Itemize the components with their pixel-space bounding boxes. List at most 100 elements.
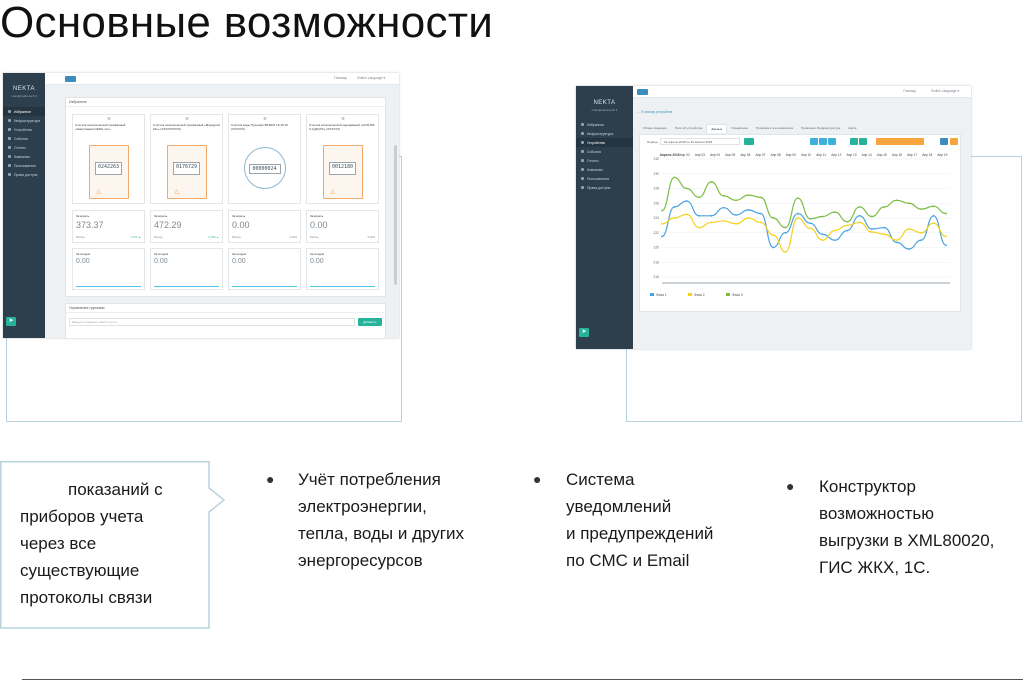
- menu-icon: [581, 150, 584, 153]
- data-point: [846, 220, 849, 223]
- sidebar-item[interactable]: Избранное: [576, 120, 633, 129]
- data-point: [661, 235, 663, 238]
- data-point: [945, 244, 947, 247]
- device-card[interactable]: Счетчик воды Пульсар ПМ-ВКО 16-15 4Х (ХХ…: [228, 114, 301, 204]
- x-tick-label: Апр 04: [710, 153, 720, 157]
- send-icon[interactable]: ➤: [6, 317, 16, 326]
- new-group-input[interactable]: Введите название новой группы: [69, 318, 355, 326]
- device-card[interactable]: Счетчик электрической однофазный «СОЭ-5И…: [306, 114, 379, 204]
- menu-toggle-button[interactable]: [637, 89, 648, 95]
- x-tick-label: Апр 11: [816, 153, 826, 157]
- sidebar-item[interactable]: События: [3, 134, 45, 143]
- sidebar-item[interactable]: Избранное: [3, 107, 45, 116]
- data-point: [920, 239, 923, 242]
- period-input[interactable]: 01 апреля 2018 по 19 апреля 2018: [660, 138, 740, 145]
- sidebar-item-label: Отчеты: [14, 145, 26, 150]
- apply-period-button[interactable]: [744, 138, 754, 145]
- fullscreen-button[interactable]: [940, 138, 948, 145]
- topbar-language-select[interactable]: Switch Language ▾: [931, 89, 959, 93]
- device-tab[interactable]: Привязка к пользователям: [752, 124, 797, 133]
- device-tab[interactable]: Данные: [706, 124, 728, 133]
- sidebar-item-label: Отчеты: [587, 158, 599, 163]
- sidebar-item[interactable]: Инфраструктура: [576, 129, 633, 138]
- device-tab[interactable]: Поля об устройстве: [671, 124, 707, 133]
- data-point: [685, 213, 688, 216]
- view-toggle-1[interactable]: [810, 138, 818, 145]
- sidebar-item[interactable]: Инфраструктура: [3, 116, 45, 125]
- topbar-help-link[interactable]: Помощь: [334, 76, 347, 80]
- menu-icon: [581, 168, 584, 171]
- bullet-icon: ●: [786, 478, 795, 494]
- stat-card: За апрель 373.37 Расход 7.17% ▲: [72, 210, 145, 243]
- sidebar-item-label: Инфраструктура: [14, 118, 41, 123]
- x-tick-label: Апр 12: [831, 153, 841, 157]
- back-link[interactable]: ← К списку устройств: [637, 110, 672, 114]
- device-tab[interactable]: Общие сведения: [639, 124, 671, 133]
- menu-icon: [581, 177, 584, 180]
- device-tab[interactable]: Управление: [727, 124, 752, 133]
- device-tab[interactable]: Карта: [844, 124, 860, 133]
- stat-value: 0.00: [154, 258, 168, 265]
- stat-value: 0.00: [76, 258, 90, 265]
- favorite-star-icon[interactable]: [185, 117, 188, 120]
- menu-icon: [8, 146, 11, 149]
- bullet-text: Система уведомлений и предупреждений по СМС…: [566, 466, 713, 574]
- export-button[interactable]: [859, 138, 867, 145]
- view-toggle-3[interactable]: [828, 138, 836, 145]
- data-point: [883, 226, 886, 229]
- menu-toggle-button[interactable]: [65, 76, 76, 82]
- x-tick-label: Апр 19: [937, 153, 947, 157]
- favorite-star-icon[interactable]: [107, 117, 110, 120]
- sidebar-item[interactable]: Устройства: [3, 125, 45, 134]
- data-point: [895, 199, 898, 202]
- sidebar-item[interactable]: Права доступа: [3, 170, 45, 179]
- data-point: [673, 176, 676, 179]
- right-topbar: Помощь Switch Language ▾: [633, 86, 971, 98]
- favorite-star-icon[interactable]: [341, 117, 344, 120]
- data-type-select[interactable]: [876, 138, 924, 145]
- data-point: [858, 221, 861, 224]
- device-card[interactable]: Счетчик электрической трехфазный «Меркур…: [150, 114, 223, 204]
- topbar-help-link[interactable]: Помощь: [903, 89, 916, 93]
- sidebar-user[interactable]: main@nekta.tech ▾: [3, 94, 45, 98]
- data-point: [932, 222, 935, 225]
- sidebar-item[interactable]: Пользователи: [576, 174, 633, 183]
- groups-panel-title: Управление группами: [66, 304, 385, 313]
- data-point: [821, 239, 824, 242]
- export-excel-button[interactable]: [850, 138, 858, 145]
- topbar-language-select[interactable]: Switch Language ▾: [357, 76, 385, 80]
- sidebar-item[interactable]: Права доступа: [576, 183, 633, 192]
- sidebar-user[interactable]: main@nekta.tech ▾: [576, 108, 633, 112]
- legend-swatch: [650, 293, 654, 296]
- meter-reading: 00000024: [248, 164, 281, 175]
- stat-trend-line: [154, 286, 219, 287]
- data-point: [833, 211, 836, 213]
- menu-icon: [8, 119, 11, 122]
- left-scrollbar[interactable]: [394, 145, 397, 285]
- sidebar-item[interactable]: Устройства: [576, 138, 633, 147]
- sidebar-item[interactable]: Компании: [3, 152, 45, 161]
- data-point: [908, 202, 910, 205]
- sidebar-item[interactable]: Пользователи: [3, 161, 45, 170]
- sidebar-item[interactable]: Отчеты: [576, 156, 633, 165]
- view-toggle-2[interactable]: [819, 138, 827, 145]
- sidebar-menu: Избранное Инфраструктура Устройства События…: [576, 120, 633, 192]
- sidebar-item[interactable]: События: [576, 147, 633, 156]
- add-group-button[interactable]: Добавить: [358, 318, 382, 326]
- sidebar-item[interactable]: Компании: [576, 165, 633, 174]
- settings-button[interactable]: [950, 138, 958, 145]
- series-line-3: [661, 176, 947, 229]
- send-icon[interactable]: ➤: [579, 328, 589, 337]
- device-card[interactable]: Счетчик электрической трехфазный «Энерго…: [72, 114, 145, 204]
- data-point: [759, 221, 762, 224]
- device-tab[interactable]: Привязка к Инфраструктуре: [797, 124, 844, 133]
- data-point: [735, 199, 737, 202]
- data-point: [698, 196, 700, 199]
- data-point: [821, 233, 824, 236]
- favorite-star-icon[interactable]: [263, 117, 266, 120]
- sidebar-item[interactable]: Отчеты: [3, 143, 45, 152]
- data-point: [747, 208, 750, 211]
- sidebar-logo: NEKTA: [593, 100, 616, 106]
- stat-value: 373.37: [76, 220, 104, 230]
- data-point: [932, 214, 935, 217]
